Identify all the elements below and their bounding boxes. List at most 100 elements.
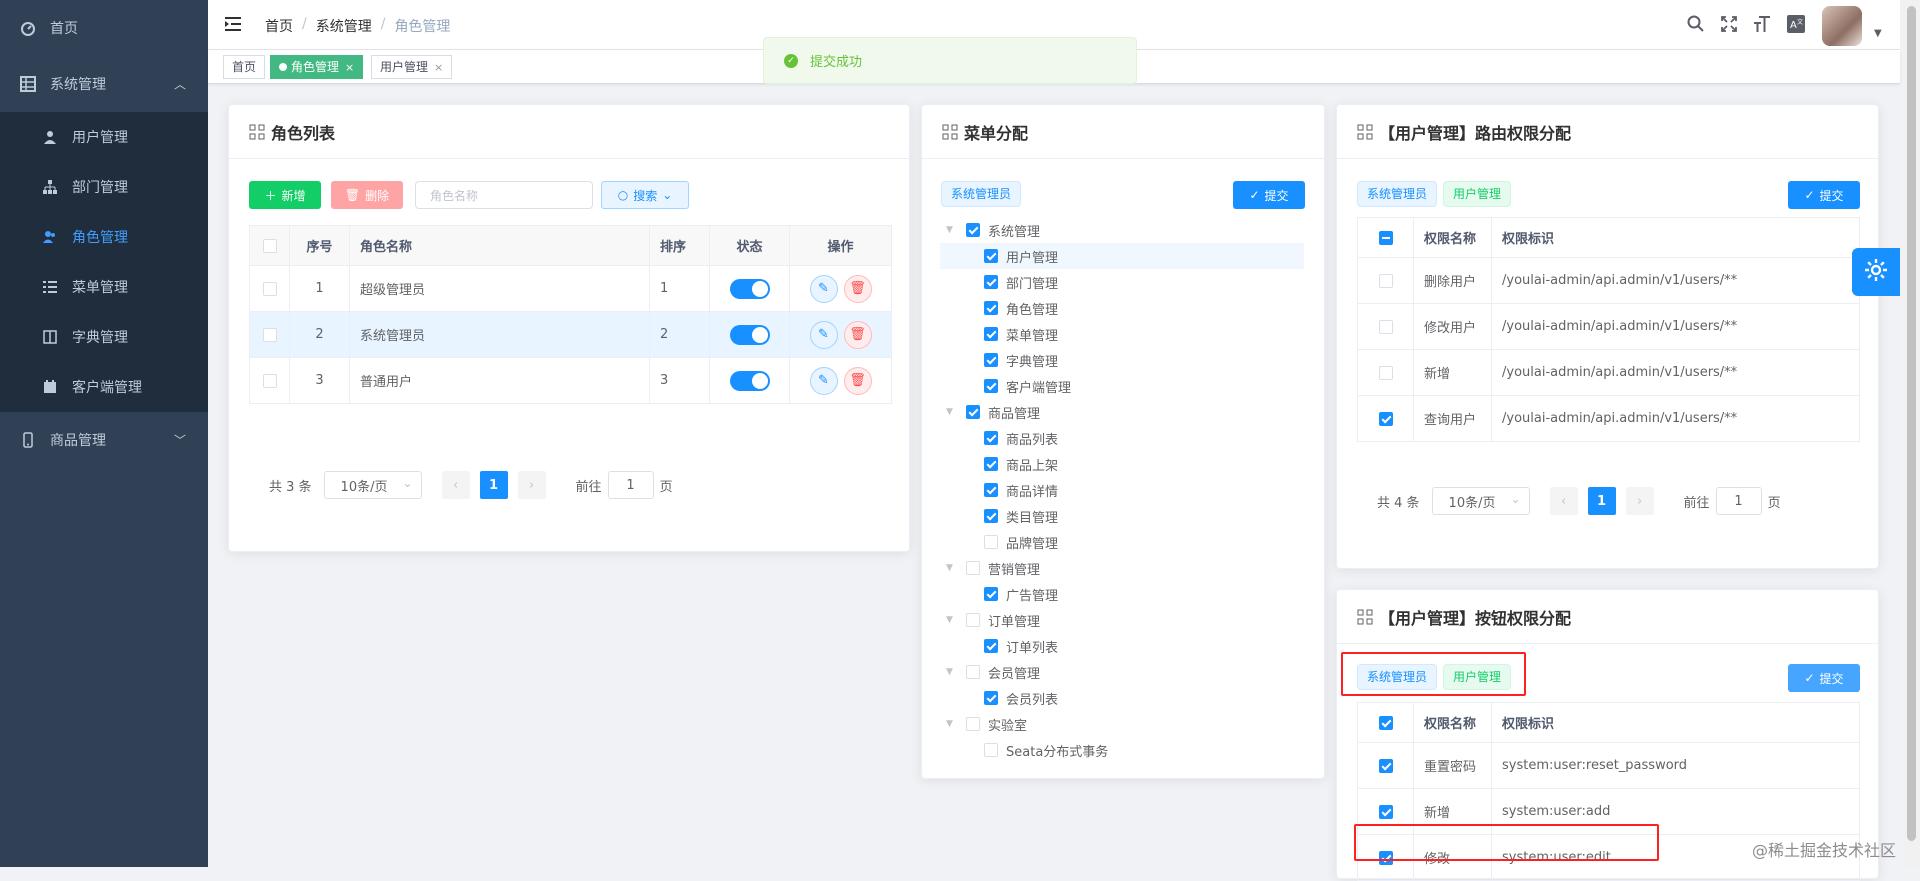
row-checkbox[interactable] [1378, 365, 1393, 380]
expand-arrow-icon[interactable]: ▼ [946, 225, 958, 235]
tree-checkbox[interactable] [984, 379, 998, 393]
table-row[interactable]: 3 普通用户 3 ✎ 🗑 [249, 357, 892, 404]
tree-checkbox[interactable] [984, 431, 998, 445]
search-button[interactable]: ○ 搜索 ⌄ [601, 181, 689, 209]
status-switch[interactable] [729, 370, 770, 391]
edit-button[interactable]: ✎ [809, 320, 838, 349]
caret-down-icon[interactable]: ▼ [1874, 28, 1882, 39]
tree-node[interactable]: ▼ 会员管理 [940, 659, 1304, 685]
sidebar-item-users[interactable]: 用户管理 [0, 112, 208, 162]
expand-arrow-icon[interactable]: ▼ [946, 667, 958, 677]
sidebar-item-home[interactable]: 首页 [0, 0, 208, 56]
tag-home[interactable]: 首页 [223, 55, 266, 79]
tree-checkbox[interactable] [984, 275, 998, 289]
delete-row-button[interactable]: 🗑 [843, 320, 872, 349]
submit-button[interactable]: ✓ 提交 [1788, 181, 1860, 209]
table-row[interactable]: 2 系统管理员 2 ✎ 🗑 [249, 311, 892, 358]
sidebar-item-roles[interactable]: 角色管理 [0, 212, 208, 262]
tree-node[interactable]: 商品详情 [940, 477, 1304, 503]
edit-button[interactable]: ✎ [809, 274, 838, 303]
tree-checkbox[interactable] [984, 743, 998, 757]
sidebar-item-dept[interactable]: 部门管理 [0, 162, 208, 212]
tree-checkbox[interactable] [966, 613, 980, 627]
row-checkbox[interactable] [262, 327, 277, 342]
tree-node[interactable]: 商品上架 [940, 451, 1304, 477]
font-size-icon[interactable] [1752, 14, 1772, 34]
tree-node[interactable]: ▼ 营销管理 [940, 555, 1304, 581]
tree-checkbox[interactable] [966, 223, 980, 237]
prev-page-button[interactable]: ‹ [1549, 487, 1578, 515]
expand-arrow-icon[interactable]: ▼ [946, 615, 958, 625]
submit-button[interactable]: ✓ 提交 [1233, 181, 1305, 209]
select-all-checkbox[interactable] [1378, 715, 1393, 730]
delete-button[interactable]: 🗑 删除 [331, 181, 403, 209]
tree-checkbox[interactable] [984, 587, 998, 601]
avatar[interactable] [1822, 6, 1862, 46]
tree-checkbox[interactable] [984, 691, 998, 705]
close-icon[interactable]: × [434, 61, 443, 74]
page-1-button[interactable]: 1 [1587, 487, 1616, 515]
tree-node[interactable]: 客户端管理 [940, 373, 1304, 399]
tree-checkbox[interactable] [966, 717, 980, 731]
table-row[interactable]: 1 超级管理员 1 ✎ 🗑 [249, 265, 892, 312]
tree-node[interactable]: 部门管理 [940, 269, 1304, 295]
tree-node[interactable]: 品牌管理 [940, 529, 1304, 555]
tree-node[interactable]: 字典管理 [940, 347, 1304, 373]
table-row[interactable]: 重置密码 system:user:reset_password [1357, 742, 1860, 789]
tree-checkbox[interactable] [984, 301, 998, 315]
submit-button[interactable]: ✓ 提交 [1788, 664, 1860, 692]
scrollbar[interactable] [1903, 0, 1920, 867]
goto-input[interactable]: 1 [1715, 487, 1762, 515]
tree-checkbox[interactable] [984, 249, 998, 263]
tree-node[interactable]: 用户管理 [940, 243, 1304, 269]
search-icon[interactable] [1686, 14, 1706, 34]
tree-node[interactable]: 类目管理 [940, 503, 1304, 529]
tree-node[interactable]: ▼ 实验室 [940, 711, 1304, 737]
next-page-button[interactable]: › [517, 471, 546, 499]
sidebar-item-system[interactable]: 系统管理 ︿ [0, 56, 208, 112]
page-1-button[interactable]: 1 [479, 471, 508, 499]
tree-node[interactable]: ▼ 商品管理 [940, 399, 1304, 425]
close-icon[interactable]: × [345, 61, 354, 74]
breadcrumb-home[interactable]: 首页 [265, 16, 293, 36]
delete-row-button[interactable]: 🗑 [843, 366, 872, 395]
sidebar-item-dict[interactable]: 字典管理 [0, 312, 208, 362]
tree-node[interactable]: ▼ 系统管理 [940, 217, 1304, 243]
row-checkbox[interactable] [262, 373, 277, 388]
tag-roles[interactable]: 角色管理 × [270, 55, 364, 79]
tree-checkbox[interactable] [966, 405, 980, 419]
page-size-select[interactable]: 10条/页 [1431, 487, 1530, 515]
tree-checkbox[interactable] [984, 509, 998, 523]
settings-button[interactable] [1852, 248, 1900, 296]
tree-checkbox[interactable] [984, 639, 998, 653]
tree-node[interactable]: 商品列表 [940, 425, 1304, 451]
tree-checkbox[interactable] [984, 353, 998, 367]
select-all-checkbox[interactable] [262, 238, 277, 253]
expand-arrow-icon[interactable]: ▼ [946, 719, 958, 729]
language-icon[interactable]: A文 [1786, 14, 1806, 34]
goto-input[interactable]: 1 [607, 471, 654, 499]
status-switch[interactable] [729, 278, 770, 299]
table-row[interactable]: 查询用户 /youlai-admin/api.admin/v1/users/** [1357, 395, 1860, 442]
table-row[interactable]: 新增 /youlai-admin/api.admin/v1/users/** [1357, 349, 1860, 396]
tree-checkbox[interactable] [966, 665, 980, 679]
breadcrumb-system[interactable]: 系统管理 [316, 16, 372, 36]
tag-users[interactable]: 用户管理 × [371, 55, 453, 79]
tree-checkbox[interactable] [984, 535, 998, 549]
sidebar-item-goods[interactable]: 商品管理 ﹀ [0, 412, 208, 468]
tree-node[interactable]: 菜单管理 [940, 321, 1304, 347]
edit-button[interactable]: ✎ [809, 366, 838, 395]
table-row[interactable]: 修改用户 /youlai-admin/api.admin/v1/users/** [1357, 303, 1860, 350]
row-checkbox[interactable] [1378, 319, 1393, 334]
tree-node[interactable]: 会员列表 [940, 685, 1304, 711]
prev-page-button[interactable]: ‹ [441, 471, 470, 499]
tree-checkbox[interactable] [966, 561, 980, 575]
tree-checkbox[interactable] [984, 457, 998, 471]
tree-node[interactable]: ▼ 订单管理 [940, 607, 1304, 633]
role-name-input[interactable]: 角色名称 [415, 181, 593, 209]
delete-row-button[interactable]: 🗑 [843, 274, 872, 303]
fullscreen-icon[interactable] [1719, 14, 1739, 34]
page-size-select[interactable]: 10条/页 [323, 471, 422, 499]
expand-arrow-icon[interactable]: ▼ [946, 407, 958, 417]
status-switch[interactable] [729, 324, 770, 345]
